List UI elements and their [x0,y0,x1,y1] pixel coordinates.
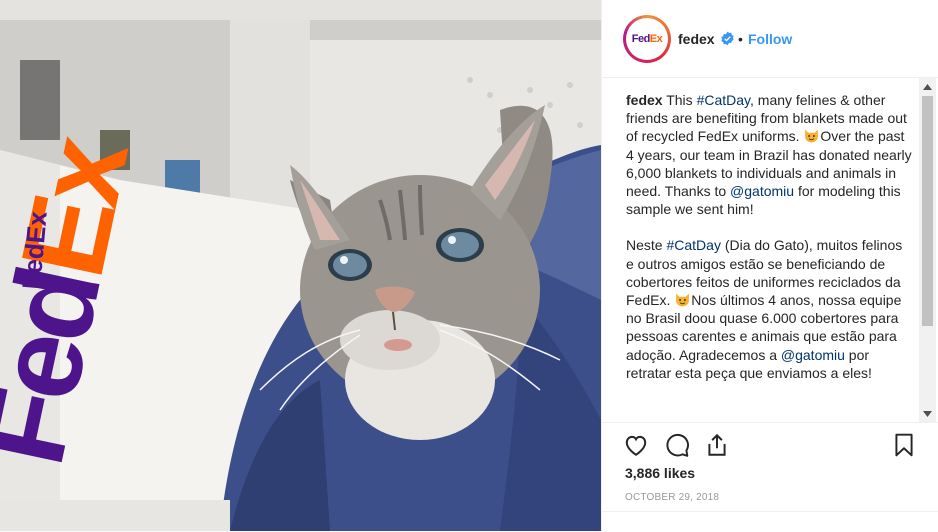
cat-face-emoji-icon [676,293,690,307]
post-photo[interactable]: FedEx FedEx [0,0,601,531]
cat-photo-illustration: FedEx FedEx [0,0,601,531]
share-icon[interactable] [704,432,730,458]
caption: fedex This #CatDay, many felines & other… [626,91,912,419]
username-link[interactable]: fedex [678,31,715,47]
verified-badge-icon [721,31,734,46]
heart-icon[interactable] [623,432,649,458]
scroll-down-arrow-icon[interactable] [919,405,936,422]
post-details-panel: Fed Ex fedex • Follow fedex This #CatDay,… [601,0,938,532]
caption-text: This [662,92,697,108]
comment-icon[interactable] [664,432,690,458]
mention-link[interactable]: @gatomiu [730,183,794,199]
avatar[interactable]: Fed Ex [623,15,671,63]
header-separator: • [738,31,743,47]
avatar-logo: Fed Ex [626,18,668,60]
caption-username[interactable]: fedex [626,92,663,108]
hashtag-link[interactable]: #CatDay [697,92,750,108]
caption-scrollbar[interactable] [919,78,936,422]
avatar-logo-fed: Fed [631,33,651,45]
avatar-logo-ex: Ex [649,33,663,45]
follow-button[interactable]: Follow [748,31,792,47]
scroll-up-arrow-icon[interactable] [919,78,936,95]
caption-text: Neste [626,237,667,254]
mention-link[interactable]: @gatomiu [781,347,845,363]
cat-face-emoji-icon [805,130,819,143]
likes-count[interactable]: 3,886 likes [625,465,695,481]
scrollbar-thumb[interactable] [922,96,933,326]
post-date[interactable]: October 29, 2018 [625,492,719,503]
caption-paragraph-pt: Neste #CatDay (Dia do Gato), muitos feli… [626,236,912,382]
post-header: Fed Ex fedex • Follow [602,0,938,78]
hashtag-link[interactable]: #CatDay [666,237,720,253]
bookmark-icon[interactable] [891,432,917,458]
comment-bar [602,511,938,532]
caption-paragraph-en: fedex This #CatDay, many felines & other… [626,91,912,218]
